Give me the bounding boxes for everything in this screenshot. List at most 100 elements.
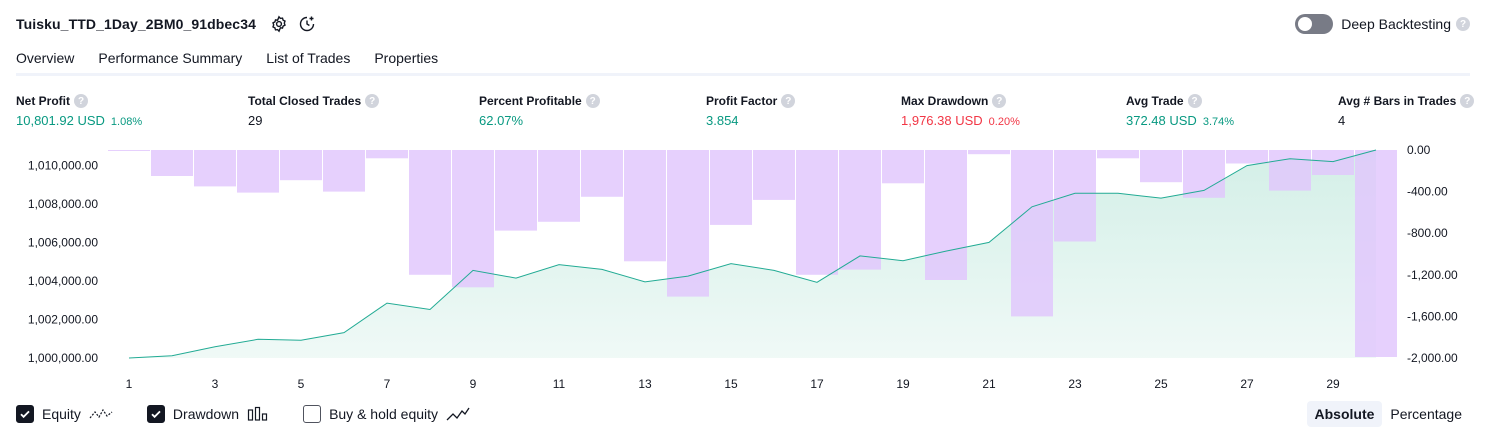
metric-percent: 3.74% [1202, 116, 1235, 128]
x-tick-label: 3 [212, 377, 219, 391]
metric-percent: 0.20% [988, 116, 1020, 128]
y-left-tick-label: 1,008,000.00 [28, 197, 98, 211]
settings-icon[interactable] [268, 13, 290, 35]
equity-drawdown-chart[interactable]: 1,010,000.00 1,008,000.00 1,006,000.00 1,00… [0, 140, 1486, 398]
drawdown-bar [1011, 150, 1053, 317]
y-left-tick-label: 1,004,000.00 [28, 274, 98, 288]
tab-performance-summary[interactable]: Performance Summary [98, 47, 242, 71]
drawdown-bar [968, 150, 1010, 155]
legend-label: Buy & hold equity [329, 406, 439, 422]
mode-percentage-button[interactable]: Percentage [1382, 401, 1470, 427]
equity-line-icon [89, 406, 113, 422]
drawdown-bar [710, 150, 752, 225]
x-tick-label: 19 [896, 377, 910, 391]
metric-value: 1,976.38 USD [901, 113, 983, 128]
metric-label: Max Drawdown [901, 94, 989, 108]
buy-hold-checkbox[interactable] [303, 405, 322, 423]
chart-legend: Equity Drawdown Buy & hold equity [16, 402, 504, 426]
info-icon[interactable]: ? [74, 94, 88, 108]
drawdown-bar [581, 150, 623, 197]
drawdown-bar [925, 150, 967, 280]
x-tick-label: 15 [724, 377, 738, 391]
legend-label: Equity [42, 406, 81, 422]
drawdown-bar [452, 150, 494, 288]
x-tick-label: 21 [982, 377, 996, 391]
toggle-knob [1298, 17, 1313, 31]
drawdown-bar [1097, 150, 1139, 159]
buy-hold-line-icon [446, 406, 470, 422]
legend-drawdown[interactable]: Drawdown [146, 405, 269, 423]
metric-value: 4 [1338, 113, 1346, 128]
metric-value: 3.854 [706, 113, 739, 128]
drawdown-bar [624, 150, 666, 262]
tab-properties[interactable]: Properties [374, 47, 438, 71]
metric-avg-trade: Avg Trade? 372.48 USD 3.74% [1126, 93, 1234, 129]
deep-backtesting-toggle[interactable] [1295, 14, 1334, 34]
drawdown-bar [366, 150, 408, 159]
metric-percent: 1.08% [110, 116, 143, 128]
drawdown-bar [1269, 150, 1311, 191]
mode-absolute-button[interactable]: Absolute [1306, 401, 1383, 427]
drawdown-bar [839, 150, 881, 270]
metric-label: Avg # Bars in Trades [1338, 94, 1457, 108]
drawdown-bar [194, 150, 236, 187]
info-icon[interactable]: ? [585, 94, 600, 108]
info-icon[interactable]: ? [1460, 94, 1475, 108]
legend-label: Drawdown [172, 406, 240, 422]
value-mode-toggle: Absolute Percentage [1306, 401, 1471, 427]
info-icon[interactable]: ? [781, 94, 796, 108]
metric-value: 62.07% [479, 113, 524, 128]
drawdown-bar [495, 150, 537, 231]
drawdown-bar [1355, 150, 1397, 357]
drawdown-bars-icon [247, 406, 269, 422]
metric-net-profit: Net Profit? 10,801.92 USD 1.08% [16, 93, 142, 129]
tab-overview[interactable]: Overview [16, 47, 75, 76]
drawdown-bar [237, 150, 279, 193]
y-left-tick-label: 1,002,000.00 [28, 312, 98, 326]
drawdown-bar [1312, 150, 1354, 175]
x-tick-label: 17 [810, 377, 824, 391]
y-right-tick-label: -1,600.00 [1407, 309, 1458, 323]
info-icon[interactable]: ? [992, 94, 1007, 108]
source-code-icon[interactable] [296, 13, 318, 35]
x-tick-label: 27 [1240, 377, 1254, 391]
drawdown-bar [1140, 150, 1182, 183]
x-tick-label: 5 [298, 377, 305, 391]
drawdown-bar [108, 150, 150, 151]
y-right-tick-label: -800.00 [1407, 226, 1448, 240]
metric-avg-bars-in-trades: Avg # Bars in Trades? 4 [1338, 93, 1475, 129]
metric-total-closed-trades: Total Closed Trades? 29 [248, 93, 380, 129]
drawdown-bar [409, 150, 451, 275]
info-icon[interactable]: ? [1187, 94, 1202, 108]
drawdown-bar [796, 150, 838, 275]
metric-profit-factor: Profit Factor? 3.854 [706, 93, 796, 129]
metric-label: Percent Profitable [479, 94, 582, 108]
y-right-tick-label: -2,000.00 [1407, 351, 1458, 365]
metric-max-drawdown: Max Drawdown? 1,976.38 USD 0.20% [901, 93, 1020, 129]
legend-equity[interactable]: Equity [16, 405, 113, 423]
y-right-tick-label: -400.00 [1407, 185, 1448, 199]
equity-checkbox[interactable] [16, 405, 34, 423]
y-left-tick-label: 1,006,000.00 [28, 235, 98, 249]
metric-value: 372.48 USD [1126, 113, 1197, 128]
y-left-tick-label: 1,000,000.00 [28, 351, 98, 365]
info-icon[interactable]: ? [365, 94, 380, 108]
x-tick-label: 23 [1068, 377, 1082, 391]
y-left-tick-label: 1,010,000.00 [28, 158, 98, 172]
metric-value: 10,801.92 USD [16, 113, 105, 128]
strategy-name: Tuisku_TTD_1Day_2BM0_91dbec34 [16, 16, 256, 32]
metric-label: Avg Trade [1126, 94, 1184, 108]
y-right-tick-label: -1,200.00 [1407, 268, 1458, 282]
drawdown-checkbox[interactable] [146, 405, 165, 423]
legend-buy-hold-equity[interactable]: Buy & hold equity [303, 405, 470, 423]
drawdown-bar [1054, 150, 1096, 242]
drawdown-bar [1226, 150, 1268, 164]
help-icon[interactable]: ? [1456, 17, 1470, 31]
tab-list-of-trades[interactable]: List of Trades [266, 47, 350, 71]
x-tick-label: 1 [126, 377, 133, 391]
x-tick-label: 7 [384, 377, 391, 391]
drawdown-bar [667, 150, 709, 297]
metric-value: 29 [248, 113, 263, 128]
drawdown-bar [538, 150, 580, 222]
deep-backtesting-label: Deep Backtesting [1341, 16, 1451, 32]
